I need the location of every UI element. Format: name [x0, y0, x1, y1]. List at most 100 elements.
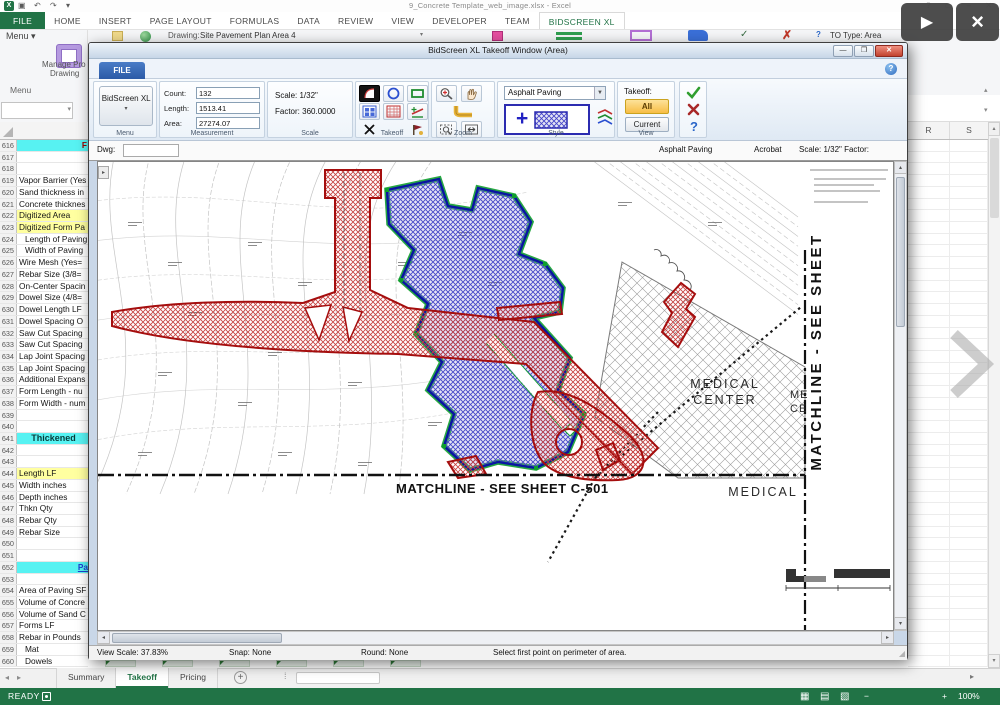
- select-all-corner[interactable]: [3, 127, 13, 137]
- grid-row[interactable]: [908, 433, 988, 445]
- table-row[interactable]: 626Wire Mesh (Yes=: [0, 257, 88, 269]
- table-row[interactable]: 616F: [0, 140, 88, 152]
- table-row[interactable]: 639: [0, 410, 88, 422]
- tab-team[interactable]: TEAM: [496, 12, 539, 29]
- grid-row[interactable]: [908, 445, 988, 457]
- pan-hand-icon[interactable]: [461, 85, 482, 102]
- table-row[interactable]: 632Saw Cut Spacing: [0, 328, 88, 340]
- page-layout-view-icon[interactable]: ▤: [820, 688, 829, 705]
- dialog-help-icon[interactable]: ?: [885, 63, 897, 75]
- table-row[interactable]: 627Rebar Size (3/8=: [0, 269, 88, 281]
- canvas-horizontal-scrollbar[interactable]: ◂ ▸: [97, 631, 894, 645]
- polyline-icon[interactable]: [630, 30, 652, 41]
- takeoff-area-icon[interactable]: [359, 85, 380, 102]
- zoom-level[interactable]: 100%: [958, 688, 980, 705]
- table-row[interactable]: 636Additional Expans: [0, 374, 88, 386]
- table-row[interactable]: 631Dowel Spacing O: [0, 316, 88, 328]
- grid-row[interactable]: [908, 281, 988, 293]
- table-row[interactable]: 630Dowel Length LF: [0, 304, 88, 316]
- tab-data[interactable]: DATA: [288, 12, 329, 29]
- column-header[interactable]: R: [908, 122, 950, 139]
- drawing-canvas[interactable]: ▸: [97, 161, 894, 631]
- grid-row[interactable]: [908, 152, 988, 164]
- restore-button[interactable]: ❒: [854, 45, 874, 57]
- tab-bidscreen-xl[interactable]: BIDSCREEN XL: [539, 12, 625, 29]
- tab-page-layout[interactable]: PAGE LAYOUT: [141, 12, 221, 29]
- overlay-next-button[interactable]: ▶: [901, 3, 953, 41]
- table-row[interactable]: 625Width of Paving: [0, 245, 88, 257]
- tab-view[interactable]: VIEW: [382, 12, 423, 29]
- count-field[interactable]: [196, 87, 260, 99]
- table-row[interactable]: 629Dowel Size (4/8=: [0, 292, 88, 304]
- grid-row[interactable]: [908, 527, 988, 539]
- table-row[interactable]: 618: [0, 163, 88, 175]
- grid-row[interactable]: [908, 199, 988, 211]
- tab-developer[interactable]: DEVELOPER: [423, 12, 496, 29]
- canvas-vertical-scrollbar[interactable]: ▴ ▾: [894, 161, 907, 631]
- sheet-nav-arrows[interactable]: ◂▸: [5, 673, 29, 682]
- table-row[interactable]: 648Rebar Qty: [0, 515, 88, 527]
- grid-row[interactable]: [908, 538, 988, 550]
- grid-row[interactable]: [908, 632, 988, 644]
- grid-row[interactable]: [908, 222, 988, 234]
- style-swatch-icon[interactable]: [492, 31, 503, 41]
- grid-row[interactable]: [908, 304, 988, 316]
- resize-grip[interactable]: ◢: [899, 649, 905, 658]
- scroll-right-icon[interactable]: ▸: [881, 631, 894, 644]
- style-combobox[interactable]: Asphalt Paving ▼: [504, 86, 606, 100]
- style-lines-icon[interactable]: [594, 108, 615, 125]
- table-row[interactable]: 655Volume of Concre: [0, 597, 88, 609]
- help-icon[interactable]: ?: [816, 30, 821, 39]
- tab-formulas[interactable]: FORMULAS: [221, 12, 289, 29]
- delete-icon[interactable]: ✗: [782, 28, 792, 42]
- table-row[interactable]: 617: [0, 152, 88, 164]
- tab-insert[interactable]: INSERT: [90, 12, 141, 29]
- area-field[interactable]: [196, 117, 260, 129]
- tab-review[interactable]: REVIEW: [329, 12, 382, 29]
- grid-row[interactable]: [908, 456, 988, 468]
- menu-dropdown[interactable]: Menu ▾: [6, 31, 36, 42]
- undo-icon[interactable]: ↶: [34, 0, 41, 11]
- name-box[interactable]: ▾: [1, 102, 73, 119]
- grid-row[interactable]: [908, 609, 988, 621]
- grid-row[interactable]: [908, 562, 988, 574]
- table-row[interactable]: 659Mat: [0, 644, 88, 656]
- help-question-icon[interactable]: ?: [683, 118, 704, 135]
- grid-row[interactable]: [908, 421, 988, 433]
- scroll-down-icon[interactable]: ▾: [988, 654, 1000, 668]
- ok-check-icon[interactable]: [683, 84, 704, 101]
- grid-row[interactable]: [908, 257, 988, 269]
- grid-row[interactable]: [908, 574, 988, 586]
- panel-toggle-icon[interactable]: ▸: [98, 166, 109, 179]
- grid-row[interactable]: [908, 140, 988, 152]
- grid-row[interactable]: [908, 292, 988, 304]
- grid-row[interactable]: [908, 550, 988, 562]
- zoom-out-icon[interactable]: −: [864, 688, 869, 705]
- expand-formula-bar-icon[interactable]: ▾: [984, 106, 988, 114]
- customize-qat-icon[interactable]: ▾: [66, 0, 70, 11]
- overlay-close-button[interactable]: ×: [956, 3, 999, 41]
- takeoff-count-icon[interactable]: [359, 103, 380, 120]
- table-row[interactable]: 654Area of Paving SF: [0, 585, 88, 597]
- table-row[interactable]: 634Lap Joint Spacing: [0, 351, 88, 363]
- table-row[interactable]: 638Form Width - num: [0, 398, 88, 410]
- grid-row[interactable]: [908, 585, 988, 597]
- table-row[interactable]: 657Forms LF: [0, 620, 88, 632]
- table-row[interactable]: 624Length of Paving: [0, 234, 88, 246]
- check-icon[interactable]: ✓: [740, 29, 748, 40]
- table-row[interactable]: 640: [0, 421, 88, 433]
- table-row[interactable]: 658Rebar in Pounds: [0, 632, 88, 644]
- table-row[interactable]: 649Rebar Size: [0, 527, 88, 539]
- grid-row[interactable]: [908, 515, 988, 527]
- sheet-tab-summary[interactable]: Summary: [56, 668, 116, 688]
- tab-home[interactable]: HOME: [45, 12, 90, 29]
- table-row[interactable]: 653: [0, 574, 88, 586]
- takeoff-hatch-icon[interactable]: [383, 103, 404, 120]
- dialog-file-tab[interactable]: FILE: [99, 62, 145, 79]
- redo-icon[interactable]: ↷: [50, 0, 57, 11]
- table-row[interactable]: 635Lap Joint Spacing: [0, 363, 88, 375]
- grid-row[interactable]: [908, 175, 988, 187]
- table-row[interactable]: 619Vapor Barrier (Yes: [0, 175, 88, 187]
- table-row[interactable]: 620Sand thickness in: [0, 187, 88, 199]
- table-row[interactable]: 622Digitized Area: [0, 210, 88, 222]
